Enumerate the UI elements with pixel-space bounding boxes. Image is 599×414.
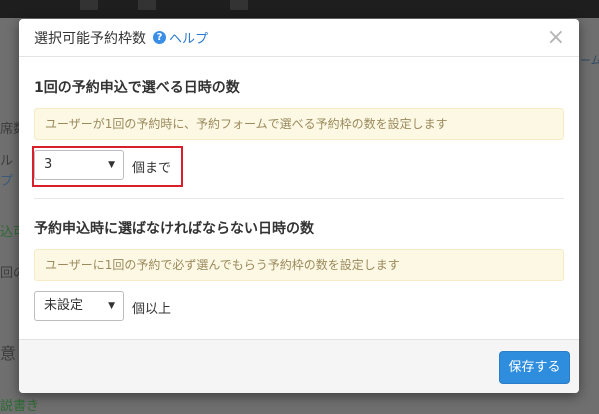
min-slots-select[interactable]: 未設定 ▼ [34,291,124,321]
max-slots-unit: 個まで [132,161,172,176]
background-text: プ [0,174,14,189]
help-link[interactable]: ? ヘルプ [153,28,208,47]
settings-modal: 選択可能予約枠数 ? ヘルプ × 1回の予約申込で選べる日時の数 ユーザーが1回… [19,19,579,393]
max-slots-value: 3 [44,157,53,172]
modal-header: 選択可能予約枠数 ? ヘルプ × [19,19,579,57]
background-text: 意 [0,344,17,363]
chevron-down-icon: ▼ [108,301,115,311]
background-text: ーム [580,54,599,67]
min-slots-unit: 個以上 [132,302,172,317]
help-icon: ? [153,31,166,44]
section1-title: 1回の予約申込で選べる日時の数 [34,80,240,96]
section2-info: ユーザーに1回の予約で必ず選んでもらう予約枠の数を設定します [34,249,564,281]
topbar-block [230,0,248,10]
background-text: ル [0,154,14,169]
topbar-block [138,0,156,10]
topbar-block [80,0,98,10]
max-slots-select[interactable]: 3 ▼ [34,150,124,180]
close-button[interactable]: × [547,27,565,49]
background-text: 説書き [0,399,40,414]
section-divider [34,198,564,199]
min-slots-value: 未設定 [44,298,84,313]
background-topbar [0,0,599,18]
save-button[interactable]: 保存する [499,351,570,384]
section2-title: 予約申込時に選ばなければならない日時の数 [34,221,314,237]
help-label: ヘルプ [169,32,209,47]
modal-title: 選択可能予約枠数 [34,31,146,47]
chevron-down-icon: ▼ [108,160,115,170]
section1-info: ユーザーが1回の予約時に、予約フォームで選べる予約枠の数を設定します [34,108,564,140]
modal-footer: 保存する [19,339,579,393]
